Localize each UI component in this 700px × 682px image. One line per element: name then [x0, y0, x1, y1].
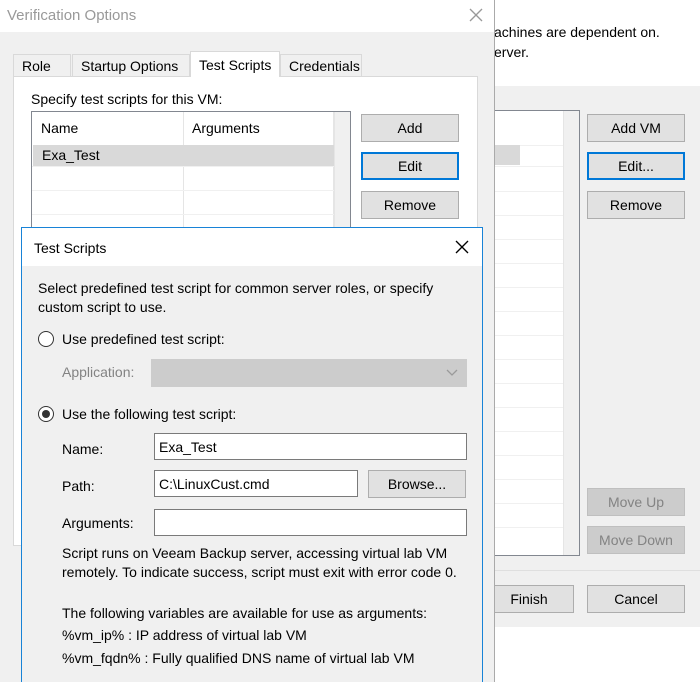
name-input[interactable]: Exa_Test — [154, 433, 467, 460]
move-up-button[interactable]: Move Up — [587, 488, 685, 516]
add-script-button[interactable]: Add — [361, 114, 459, 142]
custom-script-label[interactable]: Use the following test script: — [62, 406, 236, 422]
tab-credentials[interactable]: Credentials — [280, 54, 362, 76]
vm-list-selected-row[interactable] — [494, 145, 520, 165]
edit-script-button[interactable]: Edit — [361, 152, 459, 180]
variables-heading: The following variables are available fo… — [62, 605, 427, 621]
test-scripts-list[interactable]: Name Arguments Exa_Test — [31, 111, 351, 231]
move-down-button[interactable]: Move Down — [587, 526, 685, 554]
wizard-description-line-2: erver. — [494, 44, 530, 60]
edit-vm-button[interactable]: Edit... — [587, 152, 685, 180]
remove-vm-button[interactable]: Remove — [587, 191, 685, 219]
script-info-text: Script runs on Veeam Backup server, acce… — [62, 545, 457, 580]
table-row[interactable]: Exa_Test — [33, 145, 335, 166]
column-header-name[interactable]: Name — [41, 120, 78, 136]
arguments-input[interactable] — [154, 509, 467, 536]
wizard-description-line-1: achines are dependent on. — [494, 24, 660, 40]
column-header-arguments[interactable]: Arguments — [192, 120, 260, 136]
vm-list[interactable] — [494, 110, 580, 556]
name-label: Name: — [62, 441, 104, 457]
path-label: Path: — [62, 478, 95, 494]
predefined-script-label[interactable]: Use predefined test script: — [62, 331, 225, 347]
remove-script-button[interactable]: Remove — [361, 191, 459, 219]
script-name-cell: Exa_Test — [42, 147, 100, 163]
verification-options-titlebar: Verification Options — [0, 0, 494, 32]
chevron-down-icon — [446, 369, 458, 376]
wizard-separator — [480, 570, 700, 571]
custom-script-radio[interactable] — [38, 406, 54, 422]
variable-vm-fqdn: %vm_fqdn% : Fully qualified DNS name of … — [62, 650, 415, 666]
test-scripts-label: Specify test scripts for this VM: — [31, 91, 223, 107]
test-scripts-titlebar: Test Scripts — [22, 228, 482, 266]
close-icon[interactable] — [467, 6, 485, 24]
tab-test-scripts[interactable]: Test Scripts — [190, 51, 280, 77]
test-scripts-dialog: Test Scripts Select predefined test scri… — [21, 227, 483, 682]
application-select[interactable] — [151, 359, 467, 387]
close-icon[interactable] — [454, 239, 470, 255]
tab-role[interactable]: Role — [13, 54, 71, 76]
add-vm-button[interactable]: Add VM — [587, 114, 685, 142]
predefined-script-radio[interactable] — [38, 331, 54, 347]
cancel-button[interactable]: Cancel — [587, 585, 685, 613]
arguments-label: Arguments: — [62, 515, 134, 531]
application-label: Application: — [62, 364, 135, 380]
wizard-header — [494, 0, 700, 86]
browse-button[interactable]: Browse... — [368, 470, 466, 498]
vm-list-scrollbar[interactable] — [563, 111, 579, 555]
verification-options-title: Verification Options — [7, 7, 137, 24]
variable-vm-ip: %vm_ip% : IP address of virtual lab VM — [62, 627, 307, 643]
test-scripts-list-scrollbar[interactable] — [334, 112, 350, 230]
tab-startup-options[interactable]: Startup Options — [72, 54, 190, 76]
test-scripts-title: Test Scripts — [34, 240, 107, 256]
finish-button[interactable]: Finish — [484, 585, 574, 613]
dialog-description: Select predefined test script for common… — [38, 280, 434, 315]
path-input[interactable]: C:\LinuxCust.cmd — [154, 470, 358, 497]
